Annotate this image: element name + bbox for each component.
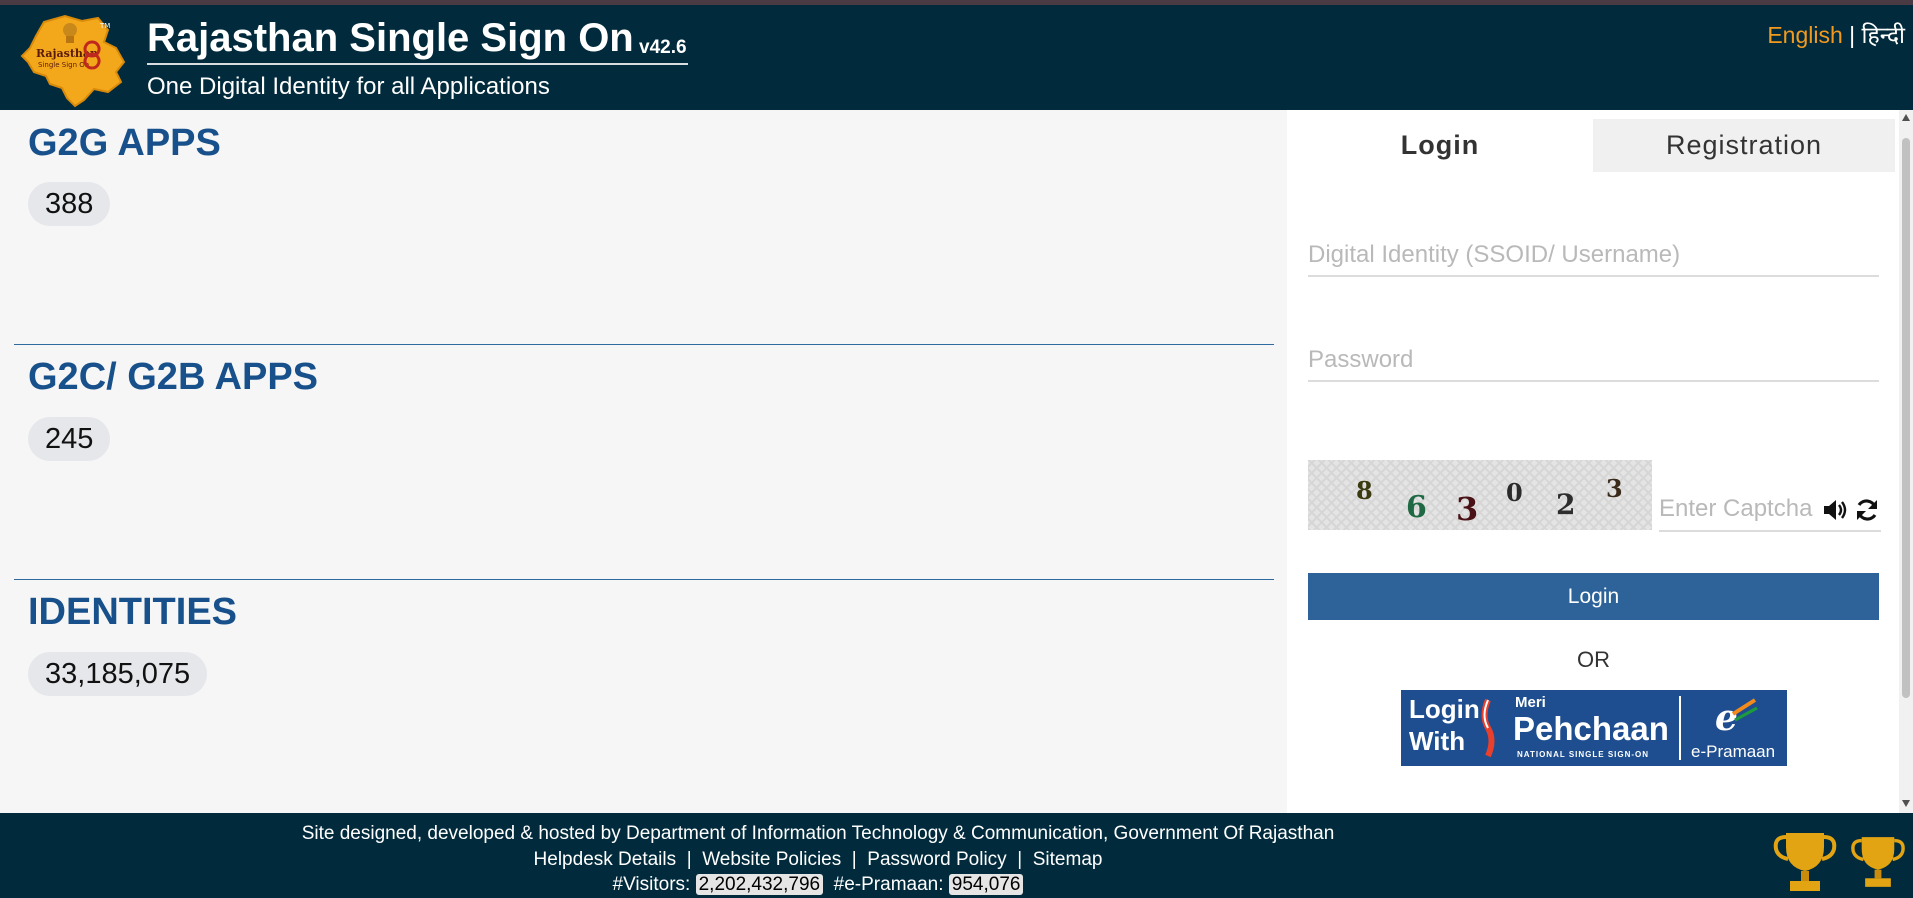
footer-links: Helpdesk Details | Website Policies | Pa… bbox=[0, 849, 1636, 871]
mp-pehchaan-text: Pehchaan bbox=[1513, 710, 1669, 747]
stat-badge-g2c-g2b: 245 bbox=[28, 417, 111, 461]
stat-badge-g2g: 388 bbox=[28, 182, 111, 226]
refresh-icon[interactable] bbox=[1853, 496, 1881, 524]
captcha-char: 6 bbox=[1406, 490, 1427, 525]
footer-link-sitemap[interactable]: Sitemap bbox=[1033, 849, 1103, 870]
stat-title-g2g: G2G APPS bbox=[28, 122, 221, 164]
e-pramaan-logo-icon: e bbox=[1713, 696, 1758, 739]
lang-hindi-link[interactable]: हिन्दी bbox=[1862, 22, 1905, 48]
trophy-icon bbox=[1848, 827, 1908, 898]
stat-badge-identities: 33,185,075 bbox=[28, 652, 208, 696]
scrollbar-thumb[interactable] bbox=[1902, 138, 1910, 698]
or-separator: OR bbox=[1577, 647, 1610, 672]
footer-link-helpdesk[interactable]: Helpdesk Details bbox=[534, 849, 677, 870]
mp-with-text: With bbox=[1409, 726, 1466, 756]
svg-text:e: e bbox=[1715, 697, 1738, 736]
scroll-up-arrow-icon[interactable] bbox=[1902, 114, 1910, 121]
login-panel: Login Registration 8 6 3 0 2 3 Login OR … bbox=[1287, 110, 1913, 813]
site-footer: Site designed, developed & hosted by Dep… bbox=[0, 813, 1913, 898]
footer-link-website-policies[interactable]: Website Policies bbox=[702, 849, 841, 870]
epramaan-label: #e-Pramaan: bbox=[833, 874, 944, 895]
lang-english-link[interactable]: English bbox=[1767, 22, 1842, 48]
footer-link-separator: | bbox=[1017, 849, 1023, 870]
tagline: One Digital Identity for all Application… bbox=[147, 73, 550, 100]
captcha-char: 2 bbox=[1556, 488, 1576, 521]
visitors-label: #Visitors: bbox=[612, 874, 691, 895]
scrollbar[interactable] bbox=[1899, 110, 1913, 813]
mp-nsso-text: NATIONAL SINGLE SIGN-ON bbox=[1517, 750, 1650, 759]
section-divider bbox=[14, 579, 1274, 580]
footer-link-separator: | bbox=[851, 849, 857, 870]
captcha-char: 0 bbox=[1506, 478, 1523, 507]
password-input[interactable] bbox=[1308, 340, 1879, 382]
meri-pehchaan-login-button[interactable]: Login With Meri Pehchaan NATIONAL SINGLE… bbox=[1401, 690, 1787, 766]
mp-login-text: Login bbox=[1409, 694, 1480, 724]
rajasthan-sso-logo[interactable]: Rajasthan Single Sign On TM bbox=[20, 12, 130, 110]
login-button[interactable]: Login bbox=[1308, 573, 1879, 620]
stat-title-identities: IDENTITIES bbox=[28, 591, 238, 633]
stat-title-g2c-g2b: G2C/ G2B APPS bbox=[28, 356, 319, 398]
speaker-icon[interactable] bbox=[1821, 496, 1849, 524]
footer-link-password-policy[interactable]: Password Policy bbox=[867, 849, 1006, 870]
scroll-down-arrow-icon[interactable] bbox=[1902, 800, 1910, 807]
trophy-icon bbox=[1770, 827, 1840, 898]
captcha-char: 8 bbox=[1356, 476, 1373, 505]
section-divider bbox=[14, 344, 1274, 345]
mp-flag-icon bbox=[1479, 696, 1497, 760]
footer-link-separator: | bbox=[686, 849, 692, 870]
tab-registration[interactable]: Registration bbox=[1593, 119, 1895, 172]
logo-text-sso: Single Sign On bbox=[38, 61, 89, 69]
lang-separator: | bbox=[1849, 22, 1856, 48]
mp-epramaan-text: e-Pramaan bbox=[1691, 742, 1776, 761]
stats-panel: G2G APPS 388 G2C/ G2B APPS 245 IDENTITIE… bbox=[0, 110, 1287, 813]
footer-counters: #Visitors: 2,202,432,796 #e-Pramaan: 954… bbox=[0, 874, 1636, 896]
version-label: v42.6 bbox=[639, 37, 687, 58]
captcha-field bbox=[1659, 488, 1881, 532]
captcha-char: 3 bbox=[1606, 474, 1623, 503]
username-input[interactable] bbox=[1308, 235, 1879, 277]
language-switcher: English | हिन्दी bbox=[1767, 18, 1905, 50]
mp-divider bbox=[1679, 696, 1681, 760]
page-title: Rajasthan Single Sign On bbox=[147, 16, 634, 60]
title-underline bbox=[147, 63, 688, 65]
captcha-char: 3 bbox=[1456, 490, 1479, 528]
captcha-image: 8 6 3 0 2 3 bbox=[1308, 460, 1652, 530]
captcha-input[interactable] bbox=[1659, 488, 1819, 530]
footer-credits: Site designed, developed & hosted by Dep… bbox=[301, 823, 1335, 844]
site-header: Rajasthan Single Sign On TM Rajasthan Si… bbox=[0, 5, 1913, 110]
mp-meri-text: Meri bbox=[1515, 694, 1546, 711]
logo-tm: TM bbox=[99, 22, 110, 30]
visitors-count: 2,202,432,796 bbox=[695, 874, 824, 895]
epramaan-count: 954,076 bbox=[948, 874, 1024, 895]
tab-login[interactable]: Login bbox=[1287, 119, 1593, 172]
